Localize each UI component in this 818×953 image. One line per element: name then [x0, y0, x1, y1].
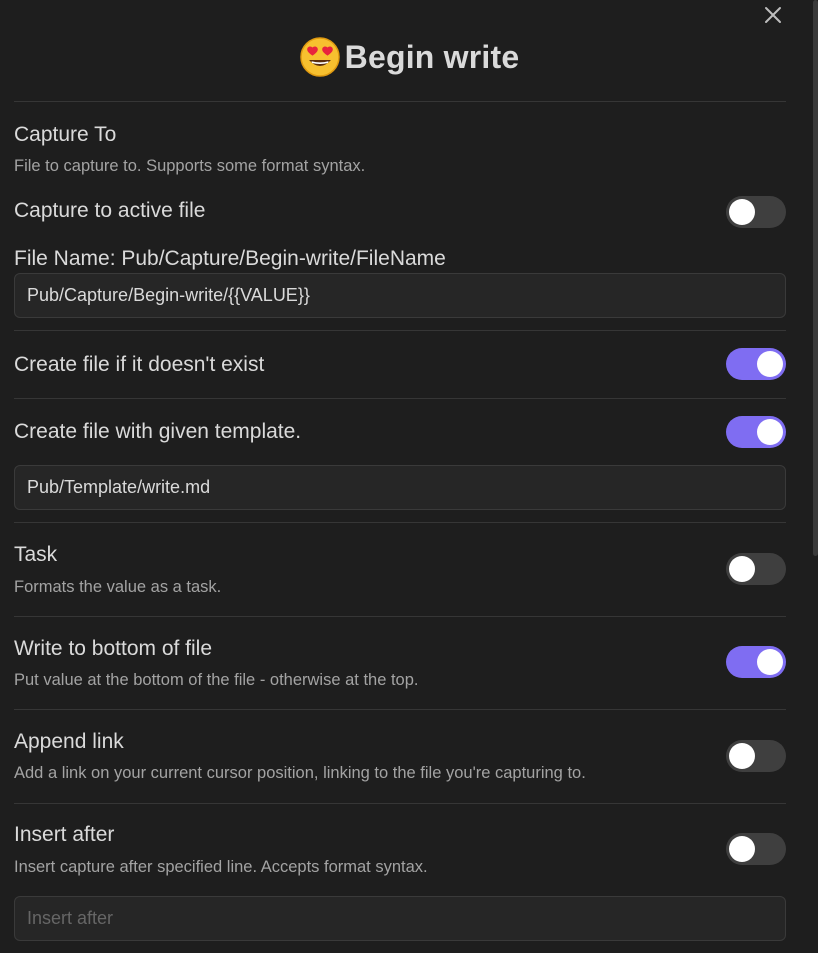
create-with-template-label: Create file with given template. [14, 420, 302, 443]
write-bottom-toggle[interactable] [726, 646, 786, 678]
append-link-label: Append link [14, 730, 124, 753]
template-path-input[interactable] [14, 465, 786, 510]
divider [14, 709, 786, 710]
toggle-knob [729, 556, 755, 582]
toggle-knob [757, 419, 783, 445]
task-toggle[interactable] [726, 553, 786, 585]
file-name-label: File Name: Pub/Capture/Begin-write/FileN… [14, 247, 446, 270]
create-with-template-toggle[interactable] [726, 416, 786, 448]
write-bottom-label: Write to bottom of file [14, 637, 213, 660]
toggle-knob [757, 649, 783, 675]
toggle-knob [757, 351, 783, 377]
task-label: Task [14, 543, 58, 566]
divider [14, 616, 786, 617]
divider [14, 330, 786, 331]
capture-active-file-label: Capture to active file [14, 199, 206, 222]
heart-eyes-emoji-icon [299, 37, 340, 77]
append-link-toggle[interactable] [726, 740, 786, 772]
divider [14, 522, 786, 523]
divider [14, 398, 786, 399]
toggle-knob [729, 199, 755, 225]
close-button[interactable] [761, 3, 785, 27]
toggle-knob [729, 836, 755, 862]
toggle-knob [729, 743, 755, 769]
insert-after-description: Insert capture after specified line. Acc… [14, 858, 428, 876]
write-bottom-description: Put value at the bottom of the file - ot… [14, 671, 419, 689]
file-name-input[interactable] [14, 273, 786, 318]
capture-to-heading: Capture To [14, 123, 117, 146]
create-if-missing-label: Create file if it doesn't exist [14, 353, 265, 376]
append-link-description: Add a link on your current cursor positi… [14, 764, 586, 782]
create-if-missing-toggle[interactable] [726, 348, 786, 380]
scrollbar[interactable] [813, 0, 818, 556]
modal-title: Begin write [344, 38, 520, 75]
insert-after-label: Insert after [14, 823, 115, 846]
insert-after-toggle[interactable] [726, 833, 786, 865]
divider [14, 101, 786, 102]
capture-settings-modal: Begin write Capture To File to capture t… [0, 0, 818, 953]
capture-to-description: File to capture to. Supports some format… [14, 157, 366, 175]
close-icon [765, 7, 781, 23]
divider [14, 803, 786, 804]
insert-after-input[interactable] [14, 896, 786, 941]
task-description: Formats the value as a task. [14, 578, 222, 596]
modal-header: Begin write [0, 36, 818, 78]
capture-active-file-toggle[interactable] [726, 196, 786, 228]
